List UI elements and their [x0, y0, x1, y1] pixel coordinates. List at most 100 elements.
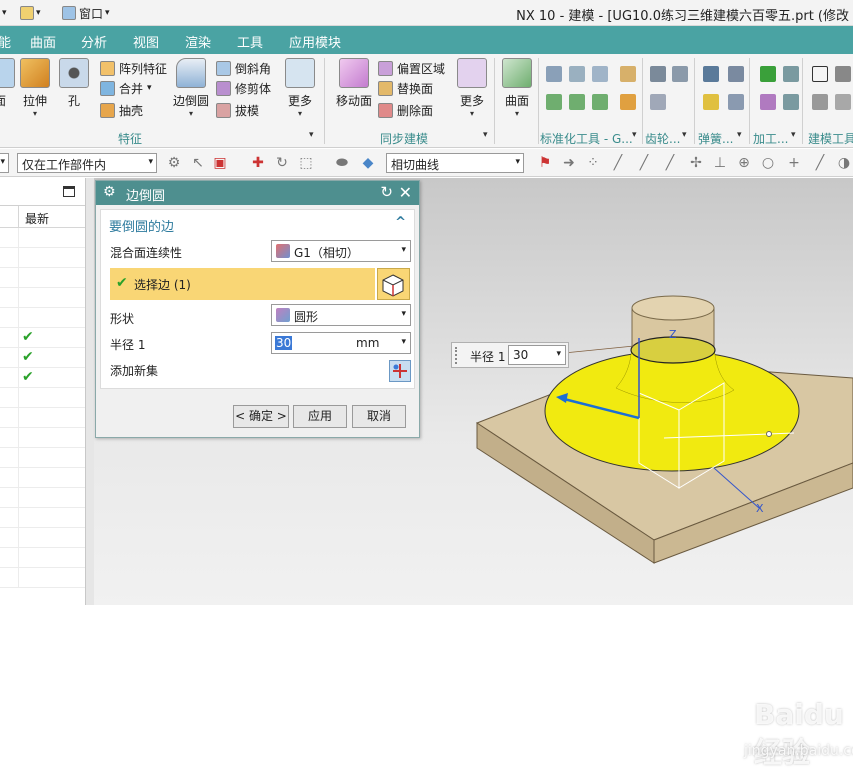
- tool-icon-4[interactable]: [620, 66, 636, 82]
- radius-unit[interactable]: mm: [356, 336, 379, 350]
- tool-icon-9[interactable]: [650, 66, 666, 82]
- collapse-icon[interactable]: ^: [395, 215, 406, 230]
- extrude-button[interactable]: 拉伸 ▾: [15, 58, 55, 118]
- maximize-icon[interactable]: [63, 186, 75, 197]
- tool-icon-7[interactable]: [592, 94, 608, 110]
- line-icon-3[interactable]: ╱: [662, 155, 678, 171]
- navigator-row[interactable]: [0, 308, 85, 328]
- tool-icon-5[interactable]: [546, 94, 562, 110]
- select-region-icon[interactable]: ▣: [212, 155, 228, 171]
- shell-button[interactable]: 抽壳: [100, 100, 143, 120]
- tool-icon-22[interactable]: [835, 94, 851, 110]
- dialog-title-bar[interactable]: ⚙ 边倒圆 ↻ ✕: [96, 181, 419, 205]
- offset-region-button[interactable]: 偏置区域: [378, 58, 445, 78]
- group-standard-tools-dropdown[interactable]: ▾: [632, 130, 637, 140]
- cube-icon[interactable]: ◆: [360, 155, 376, 171]
- gear-icon[interactable]: ⚙: [103, 184, 116, 200]
- more-sync-button[interactable]: 更多 ▾: [452, 58, 492, 118]
- tab-view[interactable]: 视图: [133, 32, 159, 51]
- tangent-icon[interactable]: ⊥: [712, 155, 728, 171]
- tab-function[interactable]: 能: [0, 32, 11, 51]
- type-filter-dropdown[interactable]: ▾: [0, 153, 9, 173]
- group-spring-dropdown[interactable]: ▾: [737, 130, 742, 140]
- line-icon[interactable]: ╱: [610, 155, 626, 171]
- navigator-row[interactable]: [0, 388, 85, 408]
- tool-icon-10[interactable]: [672, 66, 688, 82]
- rotate-icon[interactable]: ↻: [274, 155, 290, 171]
- navigator-row[interactable]: ✔: [0, 328, 85, 348]
- navigator-row[interactable]: [0, 428, 85, 448]
- pattern-feature-button[interactable]: 阵列特征: [100, 58, 167, 78]
- triangle-icon[interactable]: [812, 66, 828, 82]
- select-edge-row[interactable]: ✔ 选择边 (1): [110, 268, 375, 300]
- pane-splitter[interactable]: [86, 178, 94, 605]
- navigator-row[interactable]: [0, 268, 85, 288]
- tool-icon-16[interactable]: [760, 66, 776, 82]
- navigator-row[interactable]: [0, 248, 85, 268]
- window-menu[interactable]: 窗口 ▾: [62, 4, 110, 22]
- group-feature-dropdown[interactable]: ▾: [309, 130, 314, 140]
- apply-button[interactable]: 应用: [293, 405, 347, 428]
- ok-button[interactable]: < 确定 >: [233, 405, 289, 428]
- move-face-button[interactable]: 移动面: [333, 58, 375, 109]
- select-arrow-icon[interactable]: ↖: [190, 155, 206, 171]
- tool-icon-14[interactable]: [703, 94, 719, 110]
- navigator-row[interactable]: [0, 488, 85, 508]
- eraser-icon[interactable]: ▾: [20, 4, 41, 22]
- navigator-row[interactable]: ✔: [0, 348, 85, 368]
- trim-body-button[interactable]: 修剪体: [216, 78, 271, 98]
- chamfer-button[interactable]: 倒斜角: [216, 58, 271, 78]
- navigator-row[interactable]: [0, 448, 85, 468]
- callout-radius-input[interactable]: 30 ▾: [508, 345, 566, 365]
- delete-face-button[interactable]: 删除面: [378, 100, 433, 120]
- tool-end-icon[interactable]: ◑: [836, 155, 852, 171]
- navigator-row[interactable]: [0, 228, 85, 248]
- add-new-set-button[interactable]: [389, 360, 411, 382]
- circle-icon[interactable]: ○: [760, 155, 776, 171]
- tool-icon-2[interactable]: [569, 66, 585, 82]
- tool-icon-19[interactable]: [783, 94, 799, 110]
- center-icon[interactable]: ⊕: [736, 155, 752, 171]
- navigator-row[interactable]: [0, 568, 85, 588]
- group-machining-dropdown[interactable]: ▾: [791, 130, 796, 140]
- tool-icon-12[interactable]: [703, 66, 719, 82]
- tool-icon-6[interactable]: [569, 94, 585, 110]
- group-sync-dropdown[interactable]: ▾: [483, 130, 488, 140]
- navigator-row[interactable]: [0, 508, 85, 528]
- navigator-row[interactable]: [0, 548, 85, 568]
- tool-icon-1[interactable]: [546, 66, 562, 82]
- hole-button[interactable]: 孔: [54, 58, 94, 109]
- blend-continuity-select[interactable]: G1（相切） ▾: [271, 240, 411, 262]
- selection-intent-icon[interactable]: ⚑: [537, 155, 553, 171]
- select-edge-button[interactable]: [377, 268, 410, 300]
- surface-button[interactable]: 曲面 ▾: [497, 58, 537, 118]
- section-title[interactable]: 要倒圆的边: [109, 216, 174, 235]
- curve-rule-dropdown[interactable]: 相切曲线 ▾: [386, 153, 524, 173]
- navigator-row[interactable]: ✔: [0, 368, 85, 388]
- quick-access-dropdown[interactable]: ▾: [2, 4, 7, 22]
- tool-icon-18[interactable]: [760, 94, 776, 110]
- navigator-row[interactable]: [0, 288, 85, 308]
- reset-icon[interactable]: ↻: [380, 183, 393, 201]
- more-feature-button[interactable]: 更多 ▾: [280, 58, 320, 118]
- tool-icon-11[interactable]: [650, 94, 666, 110]
- rectangle-select-icon[interactable]: ⬚: [298, 155, 314, 171]
- tab-analysis[interactable]: 分析: [81, 32, 107, 51]
- tab-application[interactable]: 应用模块: [289, 32, 341, 51]
- tool-icon-17[interactable]: [783, 66, 799, 82]
- plus-icon[interactable]: +: [786, 155, 802, 171]
- radius-callout[interactable]: 半径 1 30 ▾: [451, 342, 569, 368]
- unite-button[interactable]: 合并 ▾: [100, 78, 152, 98]
- tab-surface[interactable]: 曲面: [30, 32, 56, 51]
- snap-icon[interactable]: ⚙: [166, 155, 182, 171]
- navigator-row[interactable]: [0, 408, 85, 428]
- navigator-row[interactable]: [0, 528, 85, 548]
- radius-input[interactable]: 30 mm ▾: [271, 332, 411, 354]
- latest-column-header[interactable]: 最新: [18, 206, 86, 228]
- close-icon[interactable]: ✕: [399, 183, 412, 202]
- tool-icon-21[interactable]: [812, 94, 828, 110]
- point-snap-icon[interactable]: ✚: [250, 155, 266, 171]
- line-icon-2[interactable]: ╱: [636, 155, 652, 171]
- tool-icon-20[interactable]: [835, 66, 851, 82]
- tab-tools[interactable]: 工具: [237, 32, 263, 51]
